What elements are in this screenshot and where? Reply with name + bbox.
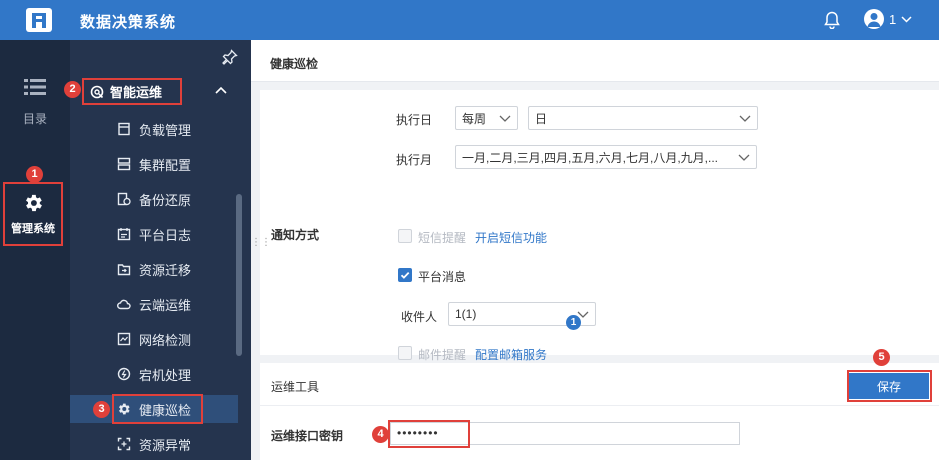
chevron-down-icon <box>738 154 750 161</box>
step-badge-5: 5 <box>873 349 890 366</box>
exec-month-label: 执行月 <box>396 153 433 167</box>
submenu-item-label: 集群配置 <box>139 157 192 173</box>
check-icon <box>400 271 410 279</box>
submenu-item-cluster[interactable]: 集群配置 <box>70 150 238 178</box>
network-icon <box>117 332 131 346</box>
load-icon <box>118 122 130 136</box>
tab-bar: 健康巡检 <box>251 40 939 82</box>
ops-key-label: 运维接口密钥 <box>271 429 344 443</box>
chevron-up-icon[interactable] <box>215 86 227 94</box>
gear-icon <box>26 194 42 212</box>
avatar <box>864 9 884 29</box>
submenu-item-migrate[interactable]: 资源迁移 <box>70 255 238 283</box>
exec-day-value: 日 <box>535 111 548 126</box>
submenu-item-label: 网络检测 <box>139 332 192 348</box>
sms-checkbox[interactable] <box>398 229 412 243</box>
user-menu[interactable]: 1 <box>864 9 912 29</box>
submenu-item-label: 负载管理 <box>139 122 192 138</box>
submenu-item-network[interactable]: 网络检测 <box>70 325 238 353</box>
submenu-item-resource[interactable]: 资源异常 <box>70 430 238 458</box>
mail-label: 邮件提醒 <box>418 348 467 362</box>
exec-day-period-value: 每周 <box>462 111 487 126</box>
main-content: 健康巡检 执行日 每周 日 执行月 一月,二月,三月,四月,五月,六月,七月,八… <box>251 40 939 460</box>
enable-sms-link[interactable]: 开启短信功能 <box>475 229 547 246</box>
migrate-icon <box>117 264 131 276</box>
notify-method-label: 通知方式 <box>271 228 320 242</box>
ops-tool-card: 运维工具 保存 运维接口密钥 •••••••• <box>260 363 939 460</box>
step-badge-2: 2 <box>64 81 81 98</box>
sms-label: 短信提醒 <box>418 231 467 245</box>
submenu-item-cloud[interactable]: 云端运维 <box>70 290 238 318</box>
ops-tool-title: 运维工具 <box>271 380 320 394</box>
ops-icon <box>90 85 104 98</box>
recipient-count-badge: 1 <box>566 315 581 330</box>
highlight-box <box>388 420 470 448</box>
cloud-icon <box>117 299 131 310</box>
divider <box>260 405 939 406</box>
rail-manage-item[interactable]: 管理系统 <box>3 182 63 246</box>
chevron-down-icon <box>499 115 511 122</box>
submenu-group-smart-ops[interactable]: 智能运维 <box>82 78 182 105</box>
platform-message-label: 平台消息 <box>418 270 467 284</box>
highlight-box <box>112 394 203 424</box>
submenu-item-label: 宕机处理 <box>139 367 192 383</box>
submenu-item-load[interactable]: 负载管理 <box>70 115 238 143</box>
log-icon <box>117 228 131 241</box>
bell-icon[interactable] <box>824 11 840 29</box>
highlight-box <box>847 370 932 402</box>
submenu-item-crash[interactable]: 宕机处理 <box>70 360 238 388</box>
rail-manage-label: 管理系统 <box>11 223 55 235</box>
list-icon <box>24 79 46 95</box>
config-mail-link[interactable]: 配置邮箱服务 <box>475 346 547 363</box>
user-icon <box>867 13 881 27</box>
submenu-item-log[interactable]: 平台日志 <box>70 220 238 248</box>
submenu-item-label: 资源迁移 <box>139 262 192 278</box>
left-rail: 目录 管理系统 <box>0 40 70 460</box>
step-badge-4: 4 <box>372 426 389 443</box>
recipient-label: 收件人 <box>401 310 438 324</box>
panel-splitter[interactable]: ⋮⋮ <box>251 238 271 260</box>
chevron-down-icon <box>739 115 751 122</box>
mail-checkbox[interactable] <box>398 346 412 360</box>
pin-icon[interactable] <box>222 49 238 65</box>
crash-icon <box>117 367 131 381</box>
recipient-value: 1(1) <box>455 307 477 321</box>
user-name: 1 <box>889 11 897 27</box>
step-badge-1: 1 <box>26 166 43 183</box>
logo-icon <box>26 8 52 32</box>
rail-catalog-label: 目录 <box>22 112 47 126</box>
submenu-item-label: 云端运维 <box>139 297 192 313</box>
exec-day-period-select[interactable]: 每周 <box>455 106 518 130</box>
step-badge-3: 3 <box>93 401 110 418</box>
chevron-down-icon <box>901 15 912 23</box>
top-bar: 数据决策系统 1 <box>0 0 939 40</box>
exec-month-select[interactable]: 一月,二月,三月,四月,五月,六月,七月,八月,九月,... <box>455 145 757 169</box>
exec-day-select[interactable]: 日 <box>528 106 758 130</box>
submenu-group-label: 智能运维 <box>110 85 163 100</box>
app-title: 数据决策系统 <box>80 14 177 31</box>
tab-health-check[interactable]: 健康巡检 <box>270 55 318 72</box>
exec-month-value: 一月,二月,三月,四月,五月,六月,七月,八月,九月,... <box>462 150 719 165</box>
submenu-panel: 智能运维 负载管理 集群配置 备份还原 平台日志 资源迁移 云端运维 网络检测 … <box>70 40 251 460</box>
submenu-scrollbar[interactable] <box>236 194 242 356</box>
rail-catalog-item[interactable]: 目录 <box>0 78 70 127</box>
exec-day-label: 执行日 <box>396 113 433 127</box>
submenu-item-backup[interactable]: 备份还原 <box>70 185 238 213</box>
resource-icon <box>117 437 131 451</box>
platform-message-checkbox[interactable] <box>398 268 412 282</box>
submenu-item-label: 平台日志 <box>139 227 192 243</box>
submenu-item-label: 备份还原 <box>139 192 192 208</box>
notify-card: 执行日 每周 日 执行月 一月,二月,三月,四月,五月,六月,七月,八月,九月,… <box>260 90 939 362</box>
cluster-icon <box>117 157 131 171</box>
backup-icon <box>117 192 131 206</box>
submenu-item-label: 资源异常 <box>139 437 192 453</box>
